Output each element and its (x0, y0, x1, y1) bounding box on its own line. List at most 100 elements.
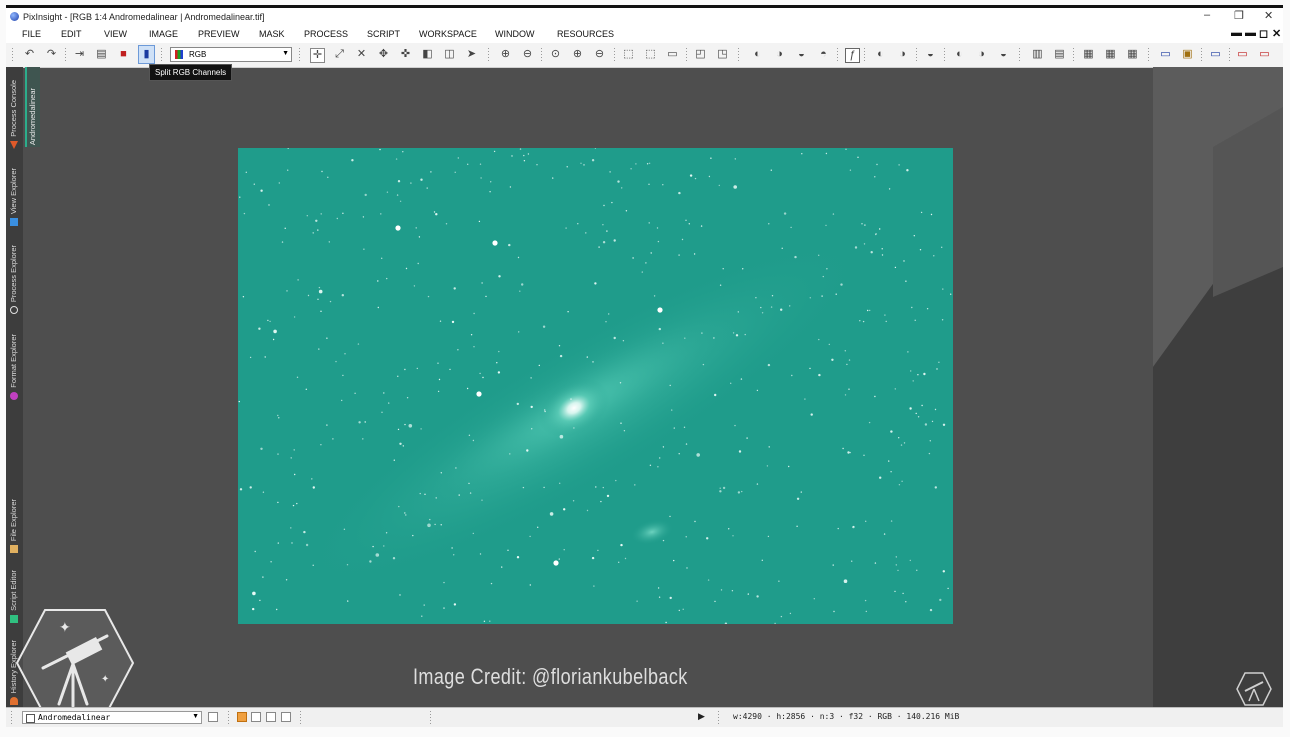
toolbar-separator (915, 47, 918, 63)
readout-points-icon[interactable]: ◑ (773, 48, 786, 61)
redo-icon[interactable]: ↷ (45, 48, 58, 61)
explorer-icon[interactable]: ▥ (1031, 48, 1044, 61)
dynamic-icon[interactable]: ◫ (443, 48, 456, 61)
star (941, 246, 943, 248)
readout-icon[interactable]: ◐ (751, 48, 764, 61)
mdi-maximize-button[interactable]: ◻ (1259, 27, 1268, 40)
zoom-fit-icon[interactable]: ⤢ (333, 48, 346, 61)
mask-show-icon[interactable]: ◰ (694, 48, 707, 61)
explorer-panel-icon[interactable]: ▤ (1053, 48, 1066, 61)
title-bar: PixInsight - [RGB 1:4 Andromedalinear | … (6, 5, 1283, 26)
zoom-in-icon[interactable]: ⊕ (499, 48, 512, 61)
screen-red-icon[interactable]: ▭ (1236, 48, 1249, 61)
channel-swatch-2[interactable] (266, 712, 276, 722)
new-image-icon[interactable]: ▤ (95, 48, 108, 61)
restore-button[interactable]: ❐ (1234, 9, 1244, 22)
star (399, 200, 402, 202)
star (897, 569, 899, 572)
close-button[interactable]: ✕ (1264, 9, 1273, 22)
stf-channel-r-icon[interactable]: ◐ (953, 48, 966, 61)
display-icon[interactable]: ▭ (1209, 48, 1222, 61)
mask-color-swatch[interactable] (237, 712, 247, 722)
menu-script[interactable]: SCRIPT (367, 29, 400, 39)
workspace-2-icon[interactable]: ▦ (1104, 48, 1117, 61)
edit-preview-icon[interactable]: ⬚ (644, 48, 657, 61)
mdi-shade-button[interactable]: ▬ (1245, 27, 1256, 39)
split-rgb-icon[interactable]: ▮ (140, 48, 153, 61)
pan-mode-icon[interactable]: ✛ (310, 48, 325, 63)
menu-edit[interactable]: EDIT (61, 29, 82, 39)
star (621, 187, 623, 189)
star (929, 608, 933, 612)
crop-icon[interactable]: ◧ (421, 48, 434, 61)
menu-preview[interactable]: PREVIEW (198, 29, 240, 39)
star (412, 534, 414, 537)
star (526, 449, 529, 452)
undo-icon[interactable]: ↶ (23, 48, 36, 61)
stf-link-icon[interactable]: ◒ (924, 48, 937, 61)
zoom-1-1-icon[interactable]: ⊙ (549, 48, 562, 61)
star (264, 356, 266, 358)
monitor-image-icon[interactable]: ▣ (1181, 48, 1194, 61)
star (278, 182, 280, 184)
stf-channel-g-icon[interactable]: ◑ (975, 48, 988, 61)
channel-swatch-3[interactable] (281, 712, 291, 722)
view-options-button[interactable] (208, 712, 218, 722)
stf-icon[interactable]: ƒ (845, 48, 860, 63)
readout-options-icon[interactable]: ◓ (817, 48, 830, 61)
view-selector-value: Andromedalinear (38, 713, 111, 722)
side-tab-process-explorer[interactable]: Process Explorer (6, 230, 23, 316)
stf-channel-b-icon[interactable]: ◒ (997, 48, 1010, 61)
workspace-1-icon[interactable]: ▦ (1082, 48, 1095, 61)
star (879, 476, 882, 479)
star (771, 295, 774, 297)
menu-resources[interactable]: RESOURCES (557, 29, 614, 39)
pointer-icon[interactable]: ➤ (465, 48, 478, 61)
menu-workspace[interactable]: WORKSPACE (419, 29, 477, 39)
menu-window[interactable]: WINDOW (495, 29, 535, 39)
image-info-icon[interactable]: ⇥ (73, 48, 86, 61)
preview-mode-icon[interactable]: ▭ (666, 48, 679, 61)
image-view-andromeda[interactable] (238, 148, 953, 624)
zoom-out-icon[interactable]: ⊖ (521, 48, 534, 61)
side-tab-label: Process Console (9, 80, 18, 137)
channel-select[interactable]: RGB ▼ (170, 47, 292, 62)
star (641, 271, 643, 273)
mdi-minimize-button[interactable]: ▬ (1231, 27, 1242, 39)
stf-reset-icon[interactable]: ◑ (896, 48, 909, 61)
menu-view[interactable]: VIEW (104, 29, 127, 39)
fit-view-icon[interactable]: ✕ (355, 48, 368, 61)
image-window-tab[interactable]: Andromedalinear (25, 67, 40, 147)
toolbar-separator (540, 47, 543, 63)
menu-process[interactable]: PROCESS (304, 29, 348, 39)
new-preview-icon[interactable]: ⬚ (622, 48, 635, 61)
play-icon[interactable]: ▶ (698, 711, 705, 722)
minimize-button[interactable]: – (1204, 9, 1210, 21)
readout-area-icon[interactable]: ◒ (795, 48, 808, 61)
mask-invert-icon[interactable]: ◳ (716, 48, 729, 61)
workspace-3-icon[interactable]: ▦ (1126, 48, 1139, 61)
zoom-1-4-icon[interactable]: ⊖ (593, 48, 606, 61)
side-tab-view-explorer[interactable]: View Explorer (6, 153, 23, 228)
screen-red-2-icon[interactable]: ▭ (1258, 48, 1271, 61)
move-icon[interactable]: ✥ (377, 48, 390, 61)
star (906, 169, 909, 172)
star (613, 239, 616, 242)
star (720, 589, 723, 591)
rgb-working-space-icon[interactable]: ■ (117, 48, 130, 61)
stf-auto-icon[interactable]: ◐ (874, 48, 887, 61)
center-icon[interactable]: ✜ (399, 48, 412, 61)
menu-mask[interactable]: MASK (259, 29, 285, 39)
side-tab-format-explorer[interactable]: Format Explorer (6, 318, 23, 402)
view-selector[interactable]: Andromedalinear ▼ (22, 711, 202, 724)
channel-swatch-1[interactable] (251, 712, 261, 722)
star (438, 378, 441, 381)
zoom-4-1-icon[interactable]: ⊕ (571, 48, 584, 61)
star (385, 532, 388, 534)
monitor-icon[interactable]: ▭ (1159, 48, 1172, 61)
mdi-close-button[interactable]: ✕ (1272, 27, 1281, 40)
menu-image[interactable]: IMAGE (149, 29, 178, 39)
menu-file[interactable]: FILE (22, 29, 41, 39)
side-tab-file-explorer[interactable]: File Explorer (6, 487, 23, 555)
side-tab-process-console[interactable]: Process Console (6, 69, 23, 151)
